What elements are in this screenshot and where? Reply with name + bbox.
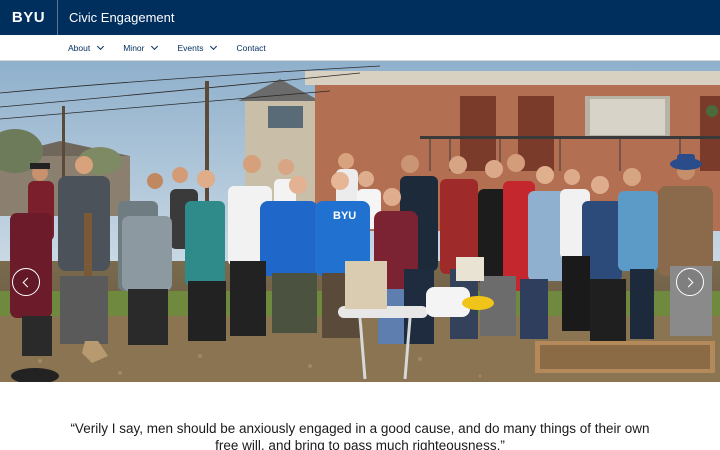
chevron-right-icon <box>683 277 694 287</box>
chevron-down-icon <box>210 42 218 50</box>
site-header: BYU Civic Engagement <box>0 0 720 35</box>
chevron-down-icon <box>97 42 105 50</box>
main-nav: About Minor Events Contact <box>0 35 720 61</box>
group-photo: BYU <box>0 61 720 382</box>
shirt-text: BYU <box>333 210 356 222</box>
nav-item-about[interactable]: About <box>68 42 105 53</box>
carousel-prev-button[interactable] <box>12 268 40 296</box>
nav-item-label: Minor <box>123 42 145 53</box>
nav-item-events[interactable]: Events <box>177 42 218 53</box>
chevron-left-icon <box>22 277 33 287</box>
quote-line-1: “Verily I say, men should be anxiously e… <box>70 421 650 436</box>
quote-line-2: free will, and bring to pass much righte… <box>215 438 505 450</box>
nav-item-contact[interactable]: Contact <box>236 43 265 53</box>
nav-item-minor[interactable]: Minor <box>123 42 159 53</box>
hero-carousel: BYU <box>0 61 720 382</box>
carousel-next-button[interactable] <box>676 268 704 296</box>
site-title[interactable]: Civic Engagement <box>69 10 175 25</box>
nav-item-label: About <box>68 42 91 53</box>
logo-text: BYU <box>11 9 46 26</box>
featured-quote: “Verily I say, men should be anxiously e… <box>0 420 720 450</box>
nav-item-label: Events <box>177 42 204 53</box>
byu-logo[interactable]: BYU <box>0 0 58 35</box>
chevron-down-icon <box>151 42 159 50</box>
nav-item-label: Contact <box>236 42 266 53</box>
